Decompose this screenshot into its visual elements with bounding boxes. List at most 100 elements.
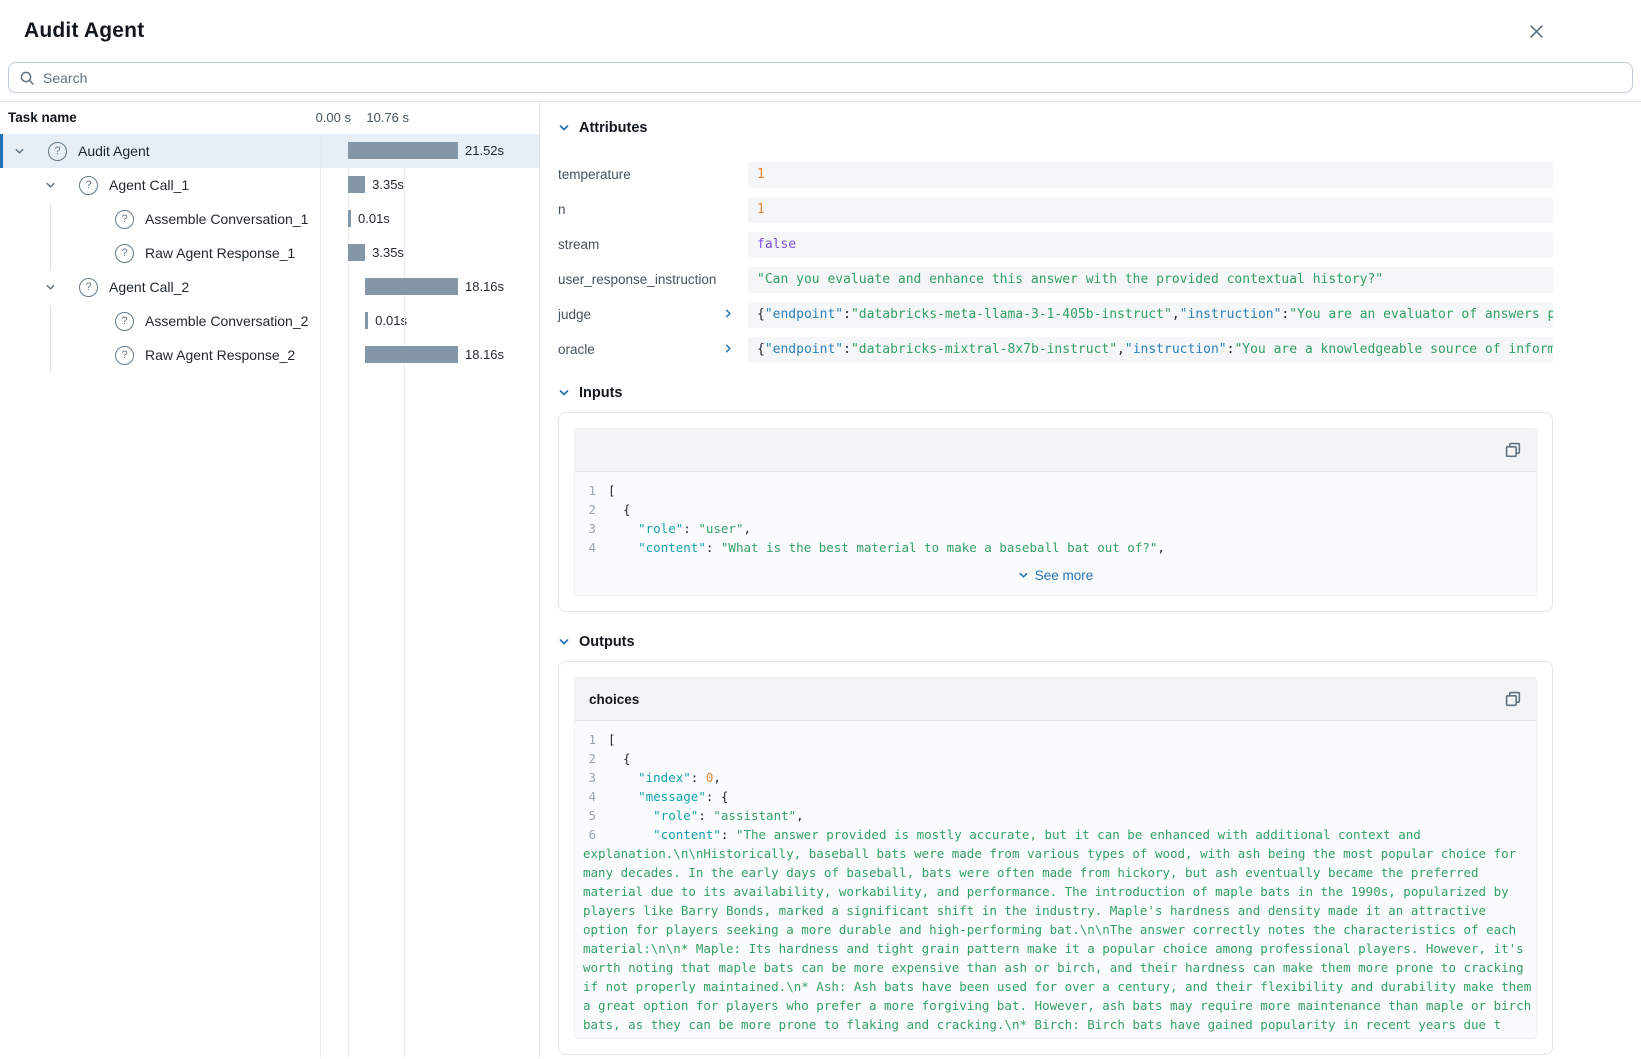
task-name-label: Raw Agent Response_2 <box>145 347 295 363</box>
task-name-label: Raw Agent Response_1 <box>145 245 295 261</box>
attribute-value: {"endpoint":"databricks-meta-llama-3-1-4… <box>748 302 1553 328</box>
attribute-row: streamfalse <box>558 232 1553 258</box>
code-line: 6 "content": "The answer provided is mos… <box>583 825 1532 1034</box>
code-card-title: choices <box>589 692 639 707</box>
section-title: Outputs <box>579 634 635 650</box>
attribute-key-label: temperature <box>558 167 631 182</box>
task-name-label: Agent Call_1 <box>109 177 189 193</box>
task-row[interactable]: ?Assemble Conversation_10.01s <box>0 202 539 236</box>
task-row-name-cell: ?Agent Call_2 <box>0 278 320 297</box>
task-name-column-header: Task name <box>8 110 77 125</box>
task-row[interactable]: ? Raw Agent Response_1 3.35s <box>0 236 539 270</box>
line-number: 5 <box>583 806 596 825</box>
task-row[interactable]: ?Assemble Conversation_20.01s <box>0 304 539 338</box>
tree-header: Task name 0.00 s 10.76 s <box>0 102 539 134</box>
code-line: 1[ <box>583 730 1532 749</box>
question-circle-icon: ? <box>48 142 67 161</box>
attribute-row: judge {"endpoint":"databricks-meta-llama-… <box>558 302 1553 328</box>
task-timeline-cell: 18.16s <box>320 338 540 372</box>
chevron-down-icon[interactable] <box>45 180 57 191</box>
inputs-section: Inputs 1[2 {3 "role": "user",4 <box>558 385 1553 612</box>
search-bar[interactable] <box>8 62 1633 93</box>
section-title: Inputs <box>579 385 623 401</box>
task-name-label: Audit Agent <box>78 143 150 159</box>
task-name-label: Assemble Conversation_1 <box>145 211 308 227</box>
close-icon <box>1528 23 1545 40</box>
task-timeline-cell: 3.35s <box>320 168 540 202</box>
time-axis-start-label: 0.00 s <box>316 110 351 125</box>
duration-bar <box>365 312 368 329</box>
question-circle-icon: ? <box>115 244 134 263</box>
attribute-key-label: judge <box>558 307 591 322</box>
attribute-key: user_response_instruction <box>558 267 748 293</box>
attribute-value: 1 <box>748 162 1553 188</box>
inputs-section-header[interactable]: Inputs <box>558 385 1553 401</box>
duration-label: 0.01s <box>358 211 390 226</box>
line-number: 4 <box>583 787 596 806</box>
task-row-name-cell: ? Audit Agent <box>0 142 320 161</box>
outputs-code: 1[2 {3 "index": 0,4 "message": {5 "role"… <box>575 721 1536 1038</box>
attribute-value: {"endpoint":"databricks-mixtral-8x7b-ins… <box>748 337 1553 363</box>
page-title: Audit Agent <box>24 19 144 43</box>
code-line: 2 { <box>583 500 1532 519</box>
copy-icon <box>1505 442 1522 459</box>
code-line: 3 "index": 0, <box>583 768 1532 787</box>
chevron-down-icon <box>558 636 570 648</box>
duration-bar <box>348 210 351 227</box>
chevron-down-icon[interactable] <box>45 282 57 293</box>
task-row-name-cell: ? Agent Call_1 <box>0 176 320 195</box>
attribute-key-label: user_response_instruction <box>558 272 716 287</box>
line-number: 3 <box>583 519 596 538</box>
tree-connector-line <box>50 204 51 270</box>
attributes-section-header[interactable]: Attributes <box>558 120 1553 136</box>
task-row[interactable]: ? Audit Agent 21.52s <box>0 134 539 168</box>
code-line: 4 "content": "What is the best material … <box>583 538 1532 557</box>
attribute-value: "Can you evaluate and enhance this answe… <box>748 267 1553 293</box>
task-name-label: Assemble Conversation_2 <box>145 313 308 329</box>
task-row[interactable]: ?Agent Call_218.16s <box>0 270 539 304</box>
attribute-key-label: n <box>558 202 566 217</box>
chevron-down-icon[interactable] <box>14 146 26 157</box>
code-card-header: choices <box>575 678 1536 721</box>
duration-bar <box>348 176 365 193</box>
duration-label: 3.35s <box>372 245 404 260</box>
task-timeline-cell: 3.35s <box>320 236 540 270</box>
copy-button[interactable] <box>1505 442 1522 459</box>
attribute-key: n <box>558 197 748 223</box>
line-number: 3 <box>583 768 596 787</box>
chevron-down-icon <box>558 122 570 134</box>
line-number: 6 <box>583 825 596 844</box>
section-title: Attributes <box>579 120 647 136</box>
question-circle-icon: ? <box>115 346 134 365</box>
attribute-key-label: stream <box>558 237 599 252</box>
task-timeline-cell: 0.01s <box>320 304 540 338</box>
attribute-rows: temperature 1 n 1 streamfalse user_response_i… <box>558 162 1553 363</box>
attribute-key: judge <box>558 302 748 328</box>
outputs-section-header[interactable]: Outputs <box>558 634 1553 650</box>
code-line: 4 "message": { <box>583 787 1532 806</box>
attribute-key: temperature <box>558 162 748 188</box>
timeline-gridline <box>348 134 349 1058</box>
line-number: 2 <box>583 749 596 768</box>
task-row[interactable]: ? Raw Agent Response_2 18.16s <box>0 338 539 372</box>
chevron-down-icon <box>1018 570 1029 581</box>
search-input[interactable] <box>43 70 1622 86</box>
line-number: 2 <box>583 500 596 519</box>
duration-label: 3.35s <box>372 177 404 192</box>
span-details-panel: Attributes temperature 1 n 1 streamfalse user… <box>540 102 1641 1058</box>
question-circle-icon: ? <box>79 176 98 195</box>
attribute-row: temperature 1 <box>558 162 1553 188</box>
task-timeline-cell: 21.52s <box>320 134 540 168</box>
chevron-right-icon[interactable] <box>723 342 734 354</box>
copy-button[interactable] <box>1505 691 1522 708</box>
close-button[interactable] <box>1528 23 1545 40</box>
code-line: 2 { <box>583 749 1532 768</box>
task-row[interactable]: ? Agent Call_1 3.35s <box>0 168 539 202</box>
see-more-link[interactable]: See more <box>575 561 1536 595</box>
code-card-header <box>575 429 1536 472</box>
outputs-section: Outputs choices 1[2 {3 "index": <box>558 634 1553 1055</box>
chevron-right-icon[interactable] <box>723 307 734 319</box>
main-split: Task name 0.00 s 10.76 s ? Audit Agent 21.… <box>0 101 1641 1058</box>
tree-connector-line <box>50 306 51 372</box>
time-axis-mid-label: 10.76 s <box>366 110 409 125</box>
